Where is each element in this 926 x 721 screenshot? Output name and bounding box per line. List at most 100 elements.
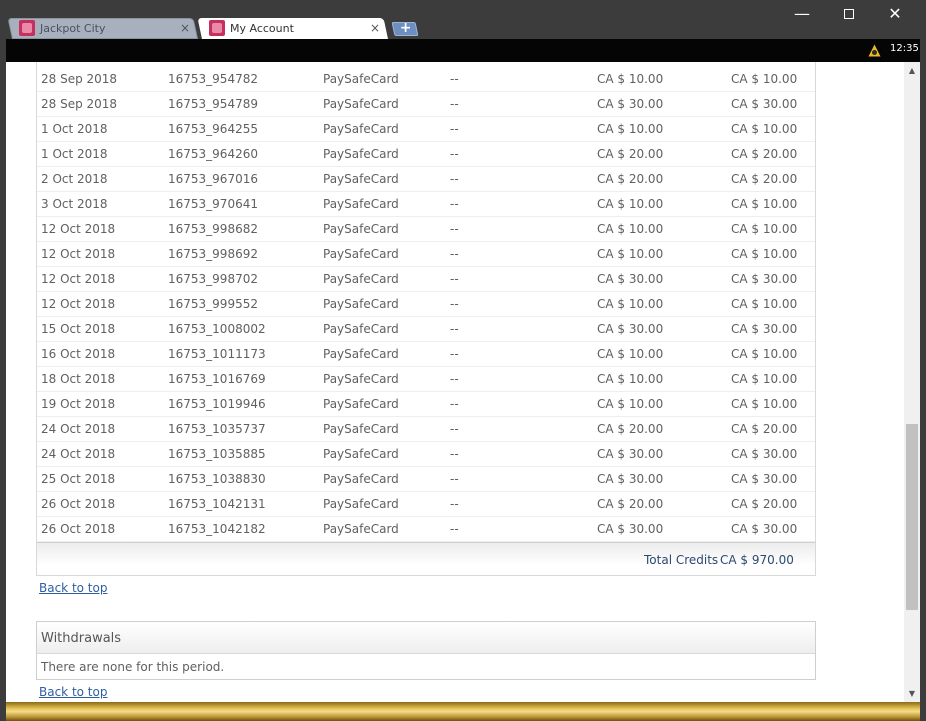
transaction-amount: CA $ 10.00 bbox=[597, 247, 664, 261]
minimize-button[interactable]: — bbox=[787, 4, 817, 23]
table-row: 12 Oct 2018 16753_998682 PaySafeCard -- CA $… bbox=[37, 217, 815, 242]
transaction-amount: CA $ 30.00 bbox=[597, 472, 664, 486]
transaction-amount: CA $ 20.00 bbox=[597, 497, 664, 511]
transaction-date: 28 Sep 2018 bbox=[41, 72, 118, 86]
jackpot-city-favicon-icon bbox=[209, 20, 225, 36]
transaction-amount: CA $ 10.00 bbox=[597, 397, 664, 411]
table-row: 12 Oct 2018 16753_999552 PaySafeCard -- CA $… bbox=[37, 292, 815, 317]
maximize-icon bbox=[844, 9, 854, 19]
credits-total-row: Total Credits CA $ 970.00 bbox=[37, 542, 815, 575]
new-tab-button[interactable]: + bbox=[391, 20, 419, 36]
withdrawals-header: Withdrawals bbox=[37, 622, 815, 654]
tab-jackpot-city[interactable]: Jackpot City × bbox=[7, 18, 198, 39]
total-credits-label: Total Credits bbox=[644, 553, 719, 567]
close-window-button[interactable]: ✕ bbox=[880, 4, 910, 23]
transaction-reference: 16753_1019946 bbox=[168, 397, 266, 411]
transaction-amount: CA $ 30.00 bbox=[597, 447, 664, 461]
transaction-date: 25 Oct 2018 bbox=[41, 472, 116, 486]
transaction-note: -- bbox=[450, 347, 459, 361]
transaction-note: -- bbox=[450, 472, 459, 486]
transaction-date: 18 Oct 2018 bbox=[41, 372, 116, 386]
payment-method: PaySafeCard bbox=[323, 522, 399, 536]
payment-method: PaySafeCard bbox=[323, 172, 399, 186]
payment-method: PaySafeCard bbox=[323, 147, 399, 161]
transaction-reference: 16753_1042131 bbox=[168, 497, 266, 511]
transaction-note: -- bbox=[450, 322, 459, 336]
transaction-amount: CA $ 10.00 bbox=[597, 72, 664, 86]
transaction-reference: 16753_1042182 bbox=[168, 522, 266, 536]
transaction-date: 16 Oct 2018 bbox=[41, 347, 116, 361]
payment-method: PaySafeCard bbox=[323, 272, 399, 286]
transaction-note: -- bbox=[450, 272, 459, 286]
transaction-note: -- bbox=[450, 297, 459, 311]
transaction-reference: 16753_964260 bbox=[168, 147, 258, 161]
tab-close-icon[interactable]: × bbox=[180, 21, 190, 35]
payment-method: PaySafeCard bbox=[323, 297, 399, 311]
transaction-date: 1 Oct 2018 bbox=[41, 147, 108, 161]
table-row: 26 Oct 2018 16753_1042182 PaySafeCard -- CA … bbox=[37, 517, 815, 542]
transaction-date: 12 Oct 2018 bbox=[41, 222, 116, 236]
transaction-date: 12 Oct 2018 bbox=[41, 297, 116, 311]
transaction-reference: 16753_964255 bbox=[168, 122, 258, 136]
transaction-reference: 16753_1038830 bbox=[168, 472, 266, 486]
payment-method: PaySafeCard bbox=[323, 122, 399, 136]
page-content: 28 Sep 2018 16753_954782 PaySafeCard -- CA $… bbox=[6, 62, 904, 702]
transaction-amount: CA $ 10.00 bbox=[597, 197, 664, 211]
plus-icon: + bbox=[399, 20, 412, 36]
transaction-date: 1 Oct 2018 bbox=[41, 122, 108, 136]
table-row: 18 Oct 2018 16753_1016769 PaySafeCard -- CA … bbox=[37, 367, 815, 392]
withdrawals-title: Withdrawals bbox=[41, 631, 122, 646]
back-to-top-link[interactable]: Back to top bbox=[39, 685, 107, 699]
payment-method: PaySafeCard bbox=[323, 322, 399, 336]
payment-method: PaySafeCard bbox=[323, 347, 399, 361]
transaction-reference: 16753_1035885 bbox=[168, 447, 266, 461]
transaction-reference: 16753_967016 bbox=[168, 172, 258, 186]
scrollbar-thumb[interactable] bbox=[906, 424, 918, 610]
tab-my-account[interactable]: My Account × bbox=[197, 18, 388, 39]
transaction-note: -- bbox=[450, 522, 459, 536]
back-to-top-link[interactable]: Back to top bbox=[39, 581, 107, 595]
transaction-note: -- bbox=[450, 197, 459, 211]
transaction-date: 26 Oct 2018 bbox=[41, 497, 116, 511]
transaction-note: -- bbox=[450, 447, 459, 461]
tab-close-icon[interactable]: × bbox=[370, 21, 380, 35]
scroll-up-arrow-icon[interactable]: ▲ bbox=[904, 66, 920, 75]
browser-titlebar: Jackpot City × My Account × + — ✕ bbox=[0, 0, 926, 39]
payment-method: PaySafeCard bbox=[323, 247, 399, 261]
close-icon: ✕ bbox=[888, 4, 902, 23]
transaction-reference: 16753_954789 bbox=[168, 97, 258, 111]
transaction-balance: CA $ 10.00 bbox=[731, 397, 798, 411]
table-row: 24 Oct 2018 16753_1035885 PaySafeCard -- CA … bbox=[37, 442, 815, 467]
transaction-reference: 16753_1035737 bbox=[168, 422, 266, 436]
table-row: 16 Oct 2018 16753_1011173 PaySafeCard -- CA … bbox=[37, 342, 815, 367]
site-topbar: 12:35 bbox=[6, 39, 920, 62]
maximize-button[interactable] bbox=[834, 4, 864, 23]
transaction-balance: CA $ 10.00 bbox=[731, 247, 798, 261]
transaction-amount: CA $ 10.00 bbox=[597, 122, 664, 136]
transaction-note: -- bbox=[450, 372, 459, 386]
transaction-note: -- bbox=[450, 422, 459, 436]
gold-footer-bar bbox=[6, 702, 920, 721]
transaction-reference: 16753_1011173 bbox=[168, 347, 266, 361]
transaction-date: 12 Oct 2018 bbox=[41, 247, 116, 261]
table-row: 1 Oct 2018 16753_964255 PaySafeCard -- CA $ … bbox=[37, 117, 815, 142]
transaction-balance: CA $ 10.00 bbox=[731, 372, 798, 386]
payment-method: PaySafeCard bbox=[323, 447, 399, 461]
transaction-balance: CA $ 10.00 bbox=[731, 122, 798, 136]
transaction-balance: CA $ 10.00 bbox=[731, 197, 798, 211]
table-row: 2 Oct 2018 16753_967016 PaySafeCard -- CA $ … bbox=[37, 167, 815, 192]
transaction-note: -- bbox=[450, 122, 459, 136]
transaction-reference: 16753_999552 bbox=[168, 297, 258, 311]
vertical-scrollbar[interactable]: ▲ ▼ bbox=[904, 62, 920, 702]
scroll-down-arrow-icon[interactable]: ▼ bbox=[904, 689, 920, 698]
table-row: 12 Oct 2018 16753_998702 PaySafeCard -- CA $… bbox=[37, 267, 815, 292]
transaction-date: 26 Oct 2018 bbox=[41, 522, 116, 536]
tab-title: My Account bbox=[230, 22, 294, 35]
transaction-note: -- bbox=[450, 172, 459, 186]
transaction-amount: CA $ 30.00 bbox=[597, 322, 664, 336]
payment-method: PaySafeCard bbox=[323, 472, 399, 486]
transaction-date: 3 Oct 2018 bbox=[41, 197, 108, 211]
transaction-amount: CA $ 10.00 bbox=[597, 372, 664, 386]
transaction-balance: CA $ 20.00 bbox=[731, 422, 798, 436]
transaction-amount: CA $ 20.00 bbox=[597, 422, 664, 436]
